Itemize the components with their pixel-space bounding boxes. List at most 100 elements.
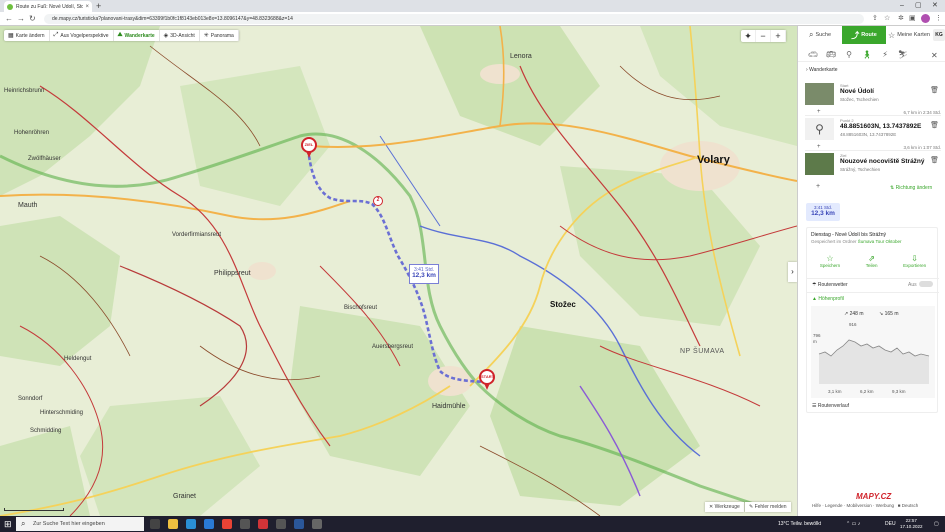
- flag-icon: ■: [897, 503, 901, 508]
- tab-search[interactable]: ⌕ Suche: [798, 26, 842, 44]
- tab-search-label: Suche: [815, 32, 832, 38]
- minimize-icon[interactable]: –: [900, 0, 904, 12]
- chrome-icon[interactable]: [222, 519, 232, 529]
- share-button[interactable]: ⇗ Teilen: [866, 254, 878, 268]
- compass-icon[interactable]: ✦: [741, 30, 756, 42]
- save-button[interactable]: ☆ Speichern: [820, 254, 840, 268]
- elevation-chart: [818, 339, 930, 384]
- edge-icon[interactable]: [186, 519, 196, 529]
- waypoint-sub: Stožec, Tschechien: [840, 97, 879, 102]
- bookmark-star-icon[interactable]: ☆: [884, 14, 890, 24]
- place-label: Heldengut: [64, 356, 92, 362]
- zoom-in-button[interactable]: +: [771, 30, 786, 42]
- end-pin[interactable]: ZIEL: [301, 137, 317, 158]
- report-error-button[interactable]: ✎ Fehler melden: [745, 502, 791, 512]
- birds-eye-label: Aus Vogelperspektive: [60, 32, 109, 39]
- close-window-icon[interactable]: ✕: [932, 0, 938, 12]
- language-selector[interactable]: Deutsch: [902, 503, 919, 508]
- place-label: Bischofsreut: [344, 305, 378, 311]
- transport-modes: 🚗︎ 🚌︎ ⚲ 🚶︎ ⚡︎ ⛷︎: [798, 48, 945, 62]
- route-course-label: Routenverlauf: [817, 403, 850, 409]
- settings-icon[interactable]: [312, 519, 322, 529]
- profile-avatar[interactable]: [921, 14, 930, 23]
- close-tab-icon[interactable]: ×: [85, 4, 89, 10]
- reading-list-icon[interactable]: ▣: [909, 14, 916, 24]
- windows-start-icon[interactable]: ⊞: [4, 519, 12, 529]
- zoom-out-button[interactable]: −: [756, 30, 771, 42]
- footer-links[interactable]: Hilfe · Legende · Mobilversion · Werbung: [812, 503, 894, 508]
- browser-tabbar: Route zu Fuß: Nové Údolí, Stožec × + – ▢…: [0, 0, 945, 12]
- maximize-icon[interactable]: ▢: [915, 0, 922, 12]
- bus-icon[interactable]: 🚌︎: [822, 50, 840, 59]
- delete-icon[interactable]: 🗑︎: [930, 86, 939, 94]
- reverse-label: Richtung ändern: [895, 185, 933, 191]
- change-map-button[interactable]: ▦ Karte ändern: [4, 30, 50, 41]
- user-initials-button[interactable]: KG: [933, 29, 945, 41]
- weather-widget[interactable]: 13°C Teilw. bewölkt: [778, 516, 821, 532]
- ascent: ↗ 248 m: [844, 311, 864, 317]
- close-panel-icon[interactable]: ✕: [931, 51, 938, 60]
- route-course-row[interactable]: ☰ Routenverlauf: [812, 403, 849, 409]
- place-label: Hinterschmiding: [40, 410, 84, 416]
- add-point-icon[interactable]: +: [817, 144, 821, 150]
- weather-toggle[interactable]: [919, 281, 933, 287]
- map-canvas[interactable]: ▦ Karte ändern ⤢ Aus Vogelperspektive ⛰ Wan…: [0, 26, 797, 516]
- panorama-button[interactable]: ✳ Panorama: [200, 30, 239, 41]
- input-language[interactable]: DEU: [885, 516, 896, 532]
- menu-icon[interactable]: ⋮: [935, 14, 942, 24]
- route-info-bubble[interactable]: 3:41 Std. 12,3 km: [409, 264, 439, 284]
- 3d-view-button[interactable]: ◈ 3D-Ansicht: [160, 30, 200, 41]
- taskbar-search[interactable]: Zur Suche Text hier eingeben: [16, 517, 144, 531]
- acrobat-icon[interactable]: [258, 519, 268, 529]
- word-icon[interactable]: [294, 519, 304, 529]
- back-icon[interactable]: ←: [5, 13, 13, 25]
- elevation-label: Höhenprofil: [818, 296, 844, 302]
- add-waypoint-icon[interactable]: +: [816, 183, 820, 190]
- bike-icon[interactable]: ⚲: [840, 50, 858, 59]
- reverse-route-button[interactable]: ⇅ Richtung ändern: [890, 185, 932, 191]
- segment-info: +6,7 km in 2:34 Std.: [805, 109, 941, 116]
- walk-icon[interactable]: 🚶︎: [858, 50, 876, 59]
- birds-eye-button[interactable]: ⤢ Aus Vogelperspektive: [50, 30, 114, 41]
- delete-icon[interactable]: 🗑︎: [930, 121, 939, 129]
- tab-route[interactable]: ⤴ Route: [842, 26, 886, 44]
- delete-icon[interactable]: 🗑︎: [930, 156, 939, 164]
- export-button[interactable]: ⇩ Exportieren: [903, 254, 926, 268]
- run-icon[interactable]: ⚡︎: [876, 50, 894, 59]
- windows-taskbar: ⊞ Zur Suche Text hier eingeben 13°C Teil…: [0, 516, 945, 532]
- search-icon: ⌕: [808, 30, 814, 39]
- notifications-icon[interactable]: ▢: [934, 516, 939, 532]
- extensions-icon[interactable]: ✲: [898, 14, 904, 24]
- waypoint-name: Nové Údolí: [840, 88, 874, 95]
- url-field[interactable]: de.mapy.cz/turisticka?planovani-trasy&di…: [44, 14, 864, 24]
- saved-folder-link[interactable]: Šumava Tour Oktober: [858, 239, 902, 244]
- tab-my-maps[interactable]: ☆ Meine Karten: [886, 26, 932, 44]
- new-tab-icon[interactable]: +: [96, 1, 101, 11]
- forward-icon[interactable]: →: [17, 13, 25, 25]
- waypoint-end[interactable]: Ziel Nouzové nocoviště Strážný Strážný, …: [805, 153, 941, 179]
- route-weather-row[interactable]: ☂ Routenwetter Aus: [812, 281, 933, 288]
- add-point-icon[interactable]: +: [817, 109, 821, 115]
- task-view-icon[interactable]: [150, 519, 160, 529]
- ski-icon[interactable]: ⛷︎: [894, 50, 912, 59]
- tools-button[interactable]: ✕ Werkzeuge: [705, 502, 744, 512]
- share-icon[interactable]: ⇪: [872, 14, 878, 24]
- reload-icon[interactable]: ↻: [29, 13, 36, 25]
- waypoint-start[interactable]: Start Nové Údolí Stožec, Tschechien 🗑︎: [805, 83, 941, 109]
- panel-toggle-chevron-icon[interactable]: ›: [788, 262, 797, 282]
- calculator-icon[interactable]: [240, 519, 250, 529]
- start-pin[interactable]: START: [479, 369, 495, 390]
- app-icon[interactable]: [276, 519, 286, 529]
- hiking-map-button[interactable]: ⛰ Wanderkarte: [114, 30, 160, 41]
- saved-prefix: Gespeichert im Ordner: [811, 239, 857, 244]
- elevation-profile[interactable]: ↗ 248 m ↘ 165 m 916 796 m 3,1 km 6,2 km …: [811, 306, 935, 398]
- waypoint-marker[interactable]: 2: [373, 196, 383, 206]
- waypoint-2[interactable]: ⚲ Punkt 2 48.8851603N, 13.7437892E 48.88…: [805, 118, 941, 144]
- tray-icons[interactable]: ⌃ ▭ ♪: [846, 516, 860, 532]
- car-icon[interactable]: 🚗︎: [804, 50, 822, 59]
- mail-icon[interactable]: [204, 519, 214, 529]
- browser-tab[interactable]: Route zu Fuß: Nové Údolí, Stožec ×: [4, 1, 92, 12]
- clock[interactable]: 22:57 17.10.2022: [900, 518, 923, 530]
- file-explorer-icon[interactable]: [168, 519, 178, 529]
- route-type-selector[interactable]: › Wanderkarte: [806, 67, 838, 73]
